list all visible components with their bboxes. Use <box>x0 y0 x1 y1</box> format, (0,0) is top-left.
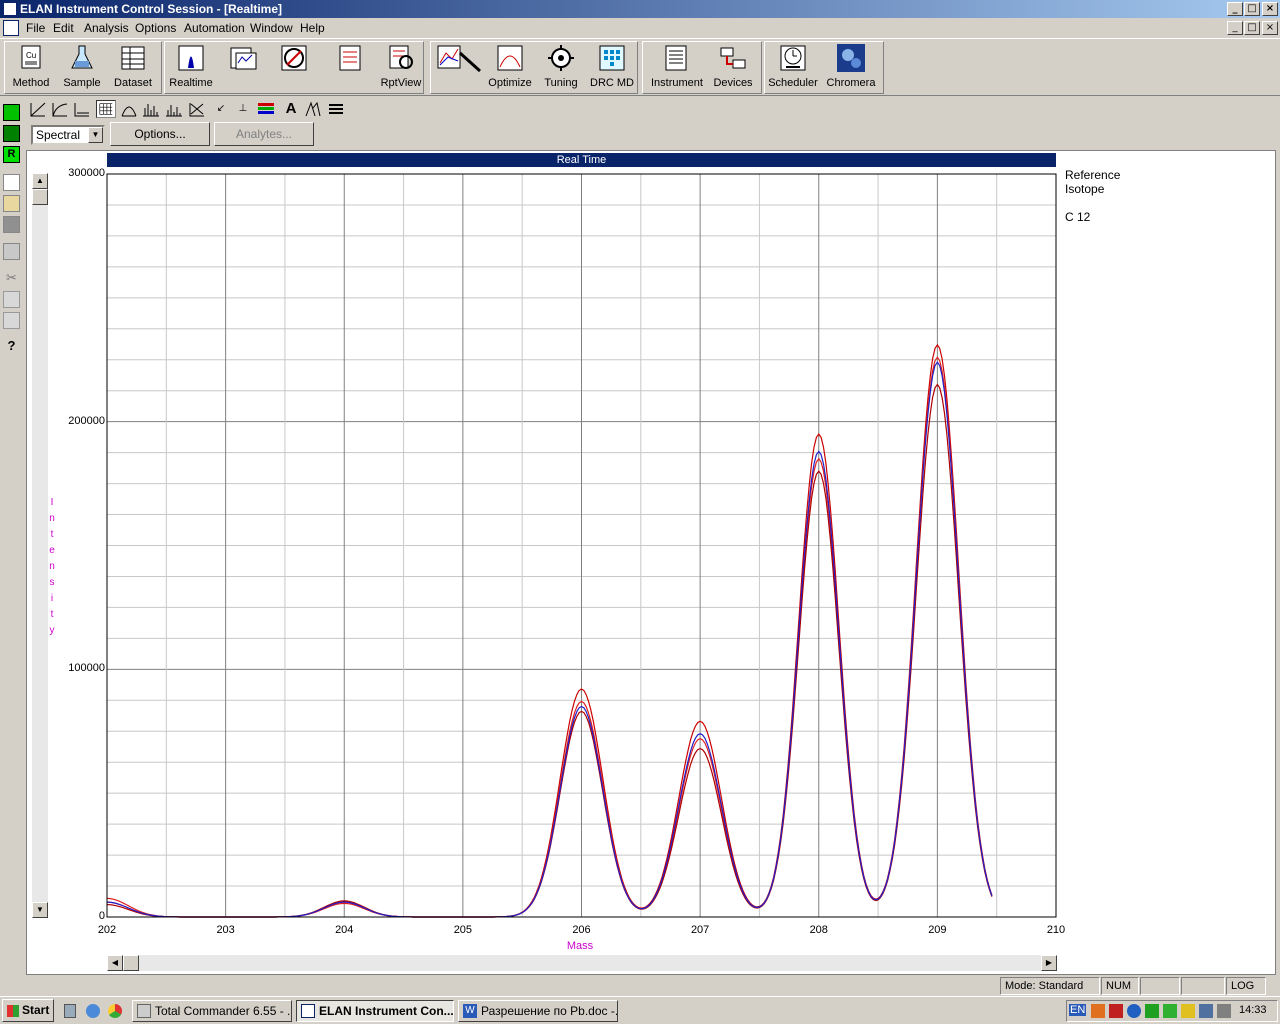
y-axis-label-letter: n <box>49 513 55 524</box>
clock: 14:33 <box>1239 1004 1267 1016</box>
y-axis-label-letter: I <box>51 497 54 508</box>
tray-app-icon[interactable] <box>1091 1004 1105 1018</box>
system-tray: EN 14:33 <box>1066 1000 1278 1022</box>
total-commander-icon <box>137 1004 151 1018</box>
task-elan[interactable]: ELAN Instrument Con... <box>296 1000 454 1022</box>
x-tick-label: 205 <box>453 924 473 936</box>
language-indicator[interactable]: EN <box>1069 1004 1087 1016</box>
chart-grid <box>106 173 1057 918</box>
tray-check-icon[interactable] <box>1145 1004 1159 1018</box>
tray-power-icon[interactable] <box>1127 1004 1141 1018</box>
start-button[interactable]: Start <box>2 999 54 1022</box>
y-axis-label-letter: y <box>50 625 55 636</box>
tray-security-icon[interactable] <box>1181 1004 1195 1018</box>
legend-line-2: Isotope <box>1065 182 1105 196</box>
quicklaunch-desktop-icon[interactable] <box>64 1004 76 1018</box>
quicklaunch-chrome-icon[interactable] <box>108 1004 122 1018</box>
x-tick-label: 206 <box>572 924 591 936</box>
legend-line-3: C 12 <box>1065 210 1091 224</box>
status-bar: Mode: Standard NUM LOG <box>0 976 1280 996</box>
series-line <box>106 343 993 918</box>
y-axis-label-letter: s <box>50 577 55 588</box>
quicklaunch-ie-icon[interactable] <box>86 1004 100 1018</box>
word-icon: W <box>463 1004 477 1018</box>
y-axis-label-letter: e <box>49 545 55 556</box>
y-tick-label: 0 <box>98 910 105 922</box>
task-total-commander[interactable]: Total Commander 6.55 - ... <box>132 1000 292 1022</box>
tray-display-icon[interactable] <box>1199 1004 1213 1018</box>
tray-acrobat-icon[interactable] <box>1109 1004 1123 1018</box>
y-axis-label-letter: n <box>49 561 55 572</box>
taskbar: Start Total Commander 6.55 - ... ELAN In… <box>0 996 1280 1024</box>
tray-network-icon[interactable] <box>1163 1004 1177 1018</box>
task-label: ELAN Instrument Con... <box>319 1004 454 1018</box>
x-tick-label: 202 <box>97 924 117 936</box>
status-log: LOG <box>1226 977 1266 995</box>
start-label: Start <box>22 1003 50 1017</box>
chart-series <box>106 343 993 918</box>
x-tick-label: 207 <box>690 924 710 936</box>
x-axis-label: Mass <box>566 940 594 952</box>
status-num: NUM <box>1101 977 1139 995</box>
y-axis-label: Intensity <box>49 497 55 636</box>
series-line <box>106 361 993 918</box>
x-tick-label: 203 <box>216 924 235 936</box>
series-line <box>106 383 993 918</box>
x-tick-label: 209 <box>928 924 947 936</box>
status-empty-1 <box>1140 977 1180 995</box>
y-axis-label-letter: i <box>51 593 53 604</box>
task-label: Total Commander 6.55 - ... <box>155 1004 292 1018</box>
status-mode: Mode: Standard <box>1000 977 1100 995</box>
series-line <box>106 356 993 918</box>
y-axis-label-letter: t <box>51 609 54 620</box>
task-label: Разрешение по Pb.doc -... <box>481 1004 618 1018</box>
tray-volume-icon[interactable] <box>1217 1004 1231 1018</box>
legend-line-1: Reference <box>1065 168 1121 182</box>
status-empty-2 <box>1181 977 1225 995</box>
windows-logo-icon <box>7 1005 19 1017</box>
elan-icon <box>301 1004 315 1018</box>
y-tick-label: 300000 <box>68 167 105 179</box>
task-word-doc[interactable]: W Разрешение по Pb.doc -... <box>458 1000 618 1022</box>
x-tick-label: 208 <box>809 924 828 936</box>
y-tick-label: 200000 <box>68 414 105 427</box>
x-tick-label: 204 <box>335 924 354 936</box>
spectrum-chart[interactable] <box>0 0 1280 1024</box>
x-tick-label: 210 <box>1046 924 1066 936</box>
y-axis-label-letter: t <box>51 529 54 540</box>
y-tick-label: 100000 <box>68 662 105 675</box>
